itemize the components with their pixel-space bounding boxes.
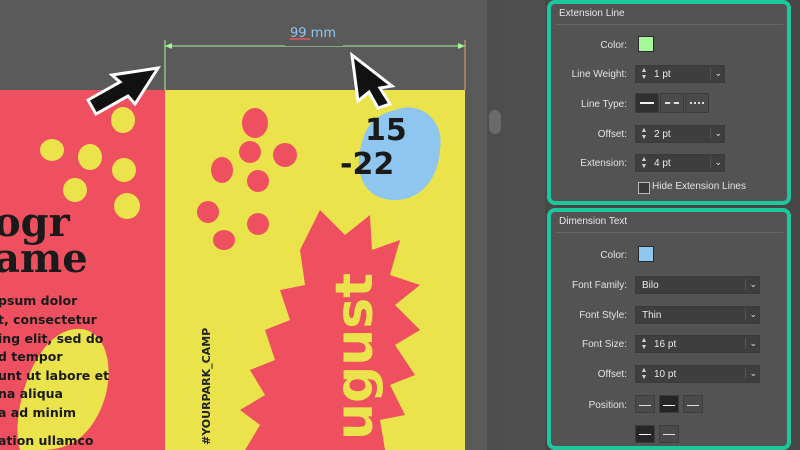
divider-grip[interactable] [489,110,501,134]
dim-offset-field[interactable]: ▲ ▼ 10 pt ⌄ [635,365,760,383]
font-size-field[interactable]: ▲ ▼ 16 pt ⌄ [635,335,760,353]
position-above-left[interactable] [635,395,655,413]
ext-color-swatch[interactable] [638,36,654,52]
hide-extension-label[interactable]: Hide Extension Lines [652,181,746,192]
dim-color-swatch[interactable] [638,246,654,262]
font-size-label: Font Size: [581,339,627,350]
body-line: unt ut labore et [0,368,109,383]
dotted-line-icon [690,102,704,104]
panel-divider[interactable] [487,0,503,450]
position-icon [639,434,651,435]
stepper-icon[interactable]: ▲ ▼ [639,367,649,381]
stepper-icon[interactable]: ▲ ▼ [639,127,649,141]
position-above-right[interactable] [683,395,703,413]
body-line: na aliqua [0,386,63,401]
font-family-value: Bilo [642,280,659,291]
poster-month-text: ugust [325,273,385,440]
font-family-label: Font Family: [571,280,627,291]
dimension-text-title: Dimension Text [559,216,628,227]
dim-offset-value: 10 pt [654,369,677,380]
title-divider [555,232,783,233]
font-style-select[interactable]: Thin ⌄ [635,306,760,324]
ext-line-weight-value: 1 pt [654,69,671,80]
chevron-down-icon[interactable]: ⌄ [710,157,722,168]
cursor-arrow-icon [350,51,396,110]
line-type-dotted[interactable] [685,93,709,113]
ext-extension-value: 4 pt [654,158,671,169]
body-line: d tempor [0,349,63,364]
poster-title-line2: ame [0,235,88,282]
chevron-down-icon[interactable]: ⌄ [745,309,757,320]
extension-line-title: Extension Line [559,8,625,19]
body-line: a ad minim [0,405,76,420]
ext-offset-field[interactable]: ▲ ▼ 2 pt ⌄ [635,125,725,143]
ext-color-label: Color: [600,40,627,51]
position-icon [639,405,651,406]
position-above-center[interactable] [659,395,679,413]
dim-offset-label: Offset: [597,369,627,380]
dimension-arrow-left [165,43,172,49]
dim-color-label: Color: [600,250,627,261]
line-type-solid[interactable] [635,93,659,113]
stepper-icon[interactable]: ▲ ▼ [639,337,649,351]
dimension-text-panel: Dimension Text Color: Font Family: Bilo … [547,208,791,450]
position-label: Position: [588,400,627,411]
ext-offset-value: 2 pt [654,129,671,140]
chevron-down-icon[interactable]: ⌄ [745,279,757,290]
title-divider [555,24,783,25]
dimension-arrow-right [458,43,465,49]
panel-strip [503,0,545,450]
dashed-line-icon [665,102,679,104]
font-family-select[interactable]: Bilo ⌄ [635,276,760,294]
body-line: psum dolor [0,293,78,308]
body-line: ing elit, sed do [0,331,104,346]
position-icon [663,405,675,406]
ext-line-type-label: Line Type: [581,99,627,110]
chevron-down-icon[interactable]: ⌄ [710,128,722,139]
chevron-down-icon[interactable]: ⌄ [745,368,757,379]
stepper-icon[interactable]: ▲ ▼ [639,156,649,170]
chevron-down-icon[interactable]: ⌄ [710,68,722,79]
ext-line-weight-label: Line Weight: [571,69,627,80]
font-style-label: Font Style: [579,310,627,321]
ext-extension-field[interactable]: ▲ ▼ 4 pt ⌄ [635,154,725,172]
ext-line-weight-field[interactable]: ▲ ▼ 1 pt ⌄ [635,65,725,83]
position-inline[interactable] [659,425,679,443]
ext-offset-label: Offset: [597,129,627,140]
chevron-down-icon[interactable]: ⌄ [745,338,757,349]
body-line: ation ullamco [0,433,94,448]
position-icon [687,405,699,406]
hide-extension-checkbox[interactable] [638,182,650,194]
solid-line-icon [640,102,654,104]
font-style-value: Thin [642,310,662,321]
poster-artwork: ugust #YOURPARK_CAMP 15 -22 ogr ame psum… [0,26,466,450]
artboard-canvas[interactable]: ugust #YOURPARK_CAMP 15 -22 ogr ame psum… [0,0,487,450]
ext-extension-label: Extension: [580,158,627,169]
poster-date-line1: 15 [365,113,407,148]
font-size-value: 16 pt [654,339,677,350]
poster-date-line2: -22 [340,147,394,182]
poster-vertical-tag: #YOURPARK_CAMP [200,328,213,445]
dimension-extension-lines [164,40,466,90]
position-icon [663,434,675,435]
extension-line-panel: Extension Line Color: Line Weight: ▲ ▼ 1 … [547,0,791,205]
body-line: t, consectetur [0,312,98,327]
stepper-icon[interactable]: ▲ ▼ [639,67,649,81]
position-below-center[interactable] [635,425,655,443]
line-type-dashed[interactable] [660,93,684,113]
